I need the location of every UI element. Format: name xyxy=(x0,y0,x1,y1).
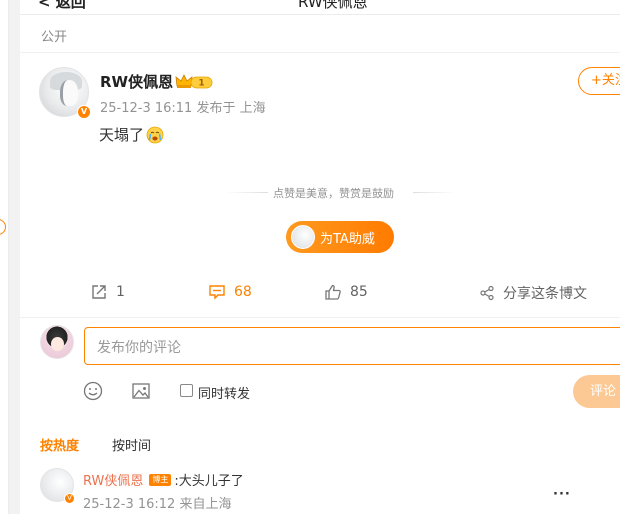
chevron-left-icon: < xyxy=(38,0,56,11)
comment-body: RW侠佩恩 博主 :大头儿子了 xyxy=(83,470,244,489)
tab-sort-time[interactable]: 按时间 xyxy=(112,435,151,454)
page-title: RW侠佩恩 xyxy=(298,0,368,11)
reward-prompt: 点赞是美意，赞赏是鼓励 xyxy=(273,187,394,200)
repost-count: 1 xyxy=(116,284,125,300)
author-name[interactable]: RW侠佩恩 xyxy=(100,71,173,92)
like-count: 85 xyxy=(350,284,368,300)
post-text: 天塌了 xyxy=(99,126,145,144)
divider xyxy=(20,317,620,318)
share-label: 分享这条博文 xyxy=(503,286,587,302)
comment-icon xyxy=(209,285,225,300)
follow-button[interactable]: +关注 xyxy=(578,67,620,95)
post-timestamp[interactable]: 25-12-3 16:11 xyxy=(100,101,192,116)
visibility-label: 公开 xyxy=(41,30,68,45)
share-action[interactable]: 分享这条博文 xyxy=(479,283,587,303)
crown-level-icon: 1 xyxy=(175,74,213,89)
reward-button[interactable]: 为TA助威 xyxy=(286,221,394,253)
more-options-icon[interactable]: ··· xyxy=(553,487,571,502)
back-label: 返回 xyxy=(55,0,86,11)
divider-line xyxy=(413,192,455,193)
image-upload-icon[interactable] xyxy=(131,381,151,401)
divider xyxy=(20,52,620,53)
top-bar: < 返回 RW侠佩恩 xyxy=(20,0,620,15)
reward-button-label: 为TA助威 xyxy=(320,231,375,247)
crying-emoji-icon xyxy=(146,126,164,143)
post-location: 发布于 上海 xyxy=(196,101,266,116)
comment-location: 来自上海 xyxy=(179,497,232,512)
comment-input[interactable]: 发布你的评论 xyxy=(84,327,620,365)
repost-icon xyxy=(92,285,106,299)
emoji-picker-icon[interactable] xyxy=(83,381,103,401)
comment-text: :大头儿子了 xyxy=(174,474,244,489)
comment-author[interactable]: RW侠佩恩 xyxy=(83,470,143,489)
repost-action[interactable]: 1 xyxy=(90,283,125,301)
comment-meta: 25-12-3 16:12 来自上海 xyxy=(83,493,232,512)
comment-timestamp: 25-12-3 16:12 xyxy=(83,497,176,512)
comment-verified-badge: V xyxy=(64,493,75,504)
action-bar: 1 68 85 分享这条博文 xyxy=(20,283,620,309)
repost-checkbox-label[interactable]: 同时转发 xyxy=(198,383,250,402)
share-icon xyxy=(480,285,494,301)
submit-comment-button[interactable]: 评论 xyxy=(573,375,620,408)
verified-badge: V xyxy=(77,105,91,119)
divider-line xyxy=(226,192,268,193)
comment-count: 68 xyxy=(234,284,252,300)
reward-avatar xyxy=(291,225,315,249)
author-tag-badge: 博主 xyxy=(149,473,172,486)
current-user-avatar[interactable] xyxy=(40,325,74,359)
comment-action[interactable]: 68 xyxy=(208,283,252,301)
left-sidebar-edge xyxy=(0,0,9,514)
post-detail-card: < 返回 RW侠佩恩 公开 V RW侠佩恩 1 25-12-3 16:11 发布… xyxy=(20,0,620,514)
thumbs-up-icon xyxy=(325,284,341,300)
tab-sort-hot[interactable]: 按热度 xyxy=(40,435,79,454)
post-meta: 25-12-3 16:11 发布于 上海 xyxy=(100,97,266,116)
like-action[interactable]: 85 xyxy=(324,283,368,301)
crown-level-text: 1 xyxy=(198,79,204,89)
repost-checkbox[interactable] xyxy=(180,384,193,397)
back-button[interactable]: < 返回 xyxy=(38,0,86,12)
post-content: 天塌了 xyxy=(99,124,164,145)
